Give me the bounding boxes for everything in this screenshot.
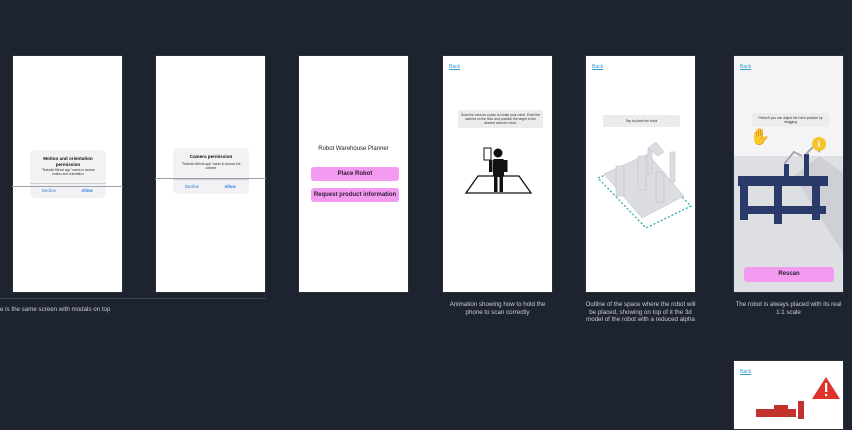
screen-robot-placed: Back Perfect! you can adjust the robot p… [733, 55, 844, 293]
info-icon[interactable]: i [812, 137, 826, 151]
camera-permission-modal: Camera permission "Testudio Bifrost app"… [173, 148, 249, 194]
app-title: Robot Warehouse Planner [318, 146, 389, 152]
screen-scan-instructions: Back Scan the area as a plan to locate y… [442, 55, 553, 293]
modal-title: Camera permission [189, 154, 233, 159]
caption-modals: e is the same screen with modals on top [0, 306, 111, 313]
motion-permission-modal: Motion and orientation permission "Testu… [30, 150, 106, 198]
person-phone-icon [464, 147, 533, 194]
caption-outline: Outline of the space where the robot wil… [585, 301, 696, 323]
robot-outline-model [596, 141, 693, 229]
modal-title: Motion and orientation permission [43, 156, 93, 167]
request-info-button[interactable]: Request product information [311, 188, 399, 202]
screen-camera-permission: Camera permission "Testudio Bifrost app"… [155, 55, 266, 293]
caption-scan: Animation showing how to hold the phone … [449, 301, 546, 316]
modal-body: "Testudio Bifrost app" wants to access m… [41, 168, 95, 177]
modal-body: "Testudio Bifrost app" wants to access t… [181, 161, 241, 170]
screen-outline-placement: Back Tap to place the robot [585, 55, 696, 293]
allow-button[interactable]: Allow [211, 180, 249, 194]
separator-line [0, 298, 266, 299]
screen-home: Robot Warehouse Planner Place Robot Requ… [298, 55, 409, 293]
rescan-button[interactable]: Rescan [744, 267, 834, 282]
place-robot-button[interactable]: Place Robot [311, 167, 399, 181]
decline-button[interactable]: Decline [173, 180, 211, 194]
hand-drag-icon[interactable]: ✋ [750, 130, 770, 146]
divider-line [12, 186, 123, 187]
screen-motion-permission: Motion and orientation permission "Testu… [12, 55, 123, 293]
robot-3d-model [734, 144, 843, 292]
caption-scale: The robot is always placed with its real… [735, 301, 842, 316]
divider-line [155, 178, 266, 179]
